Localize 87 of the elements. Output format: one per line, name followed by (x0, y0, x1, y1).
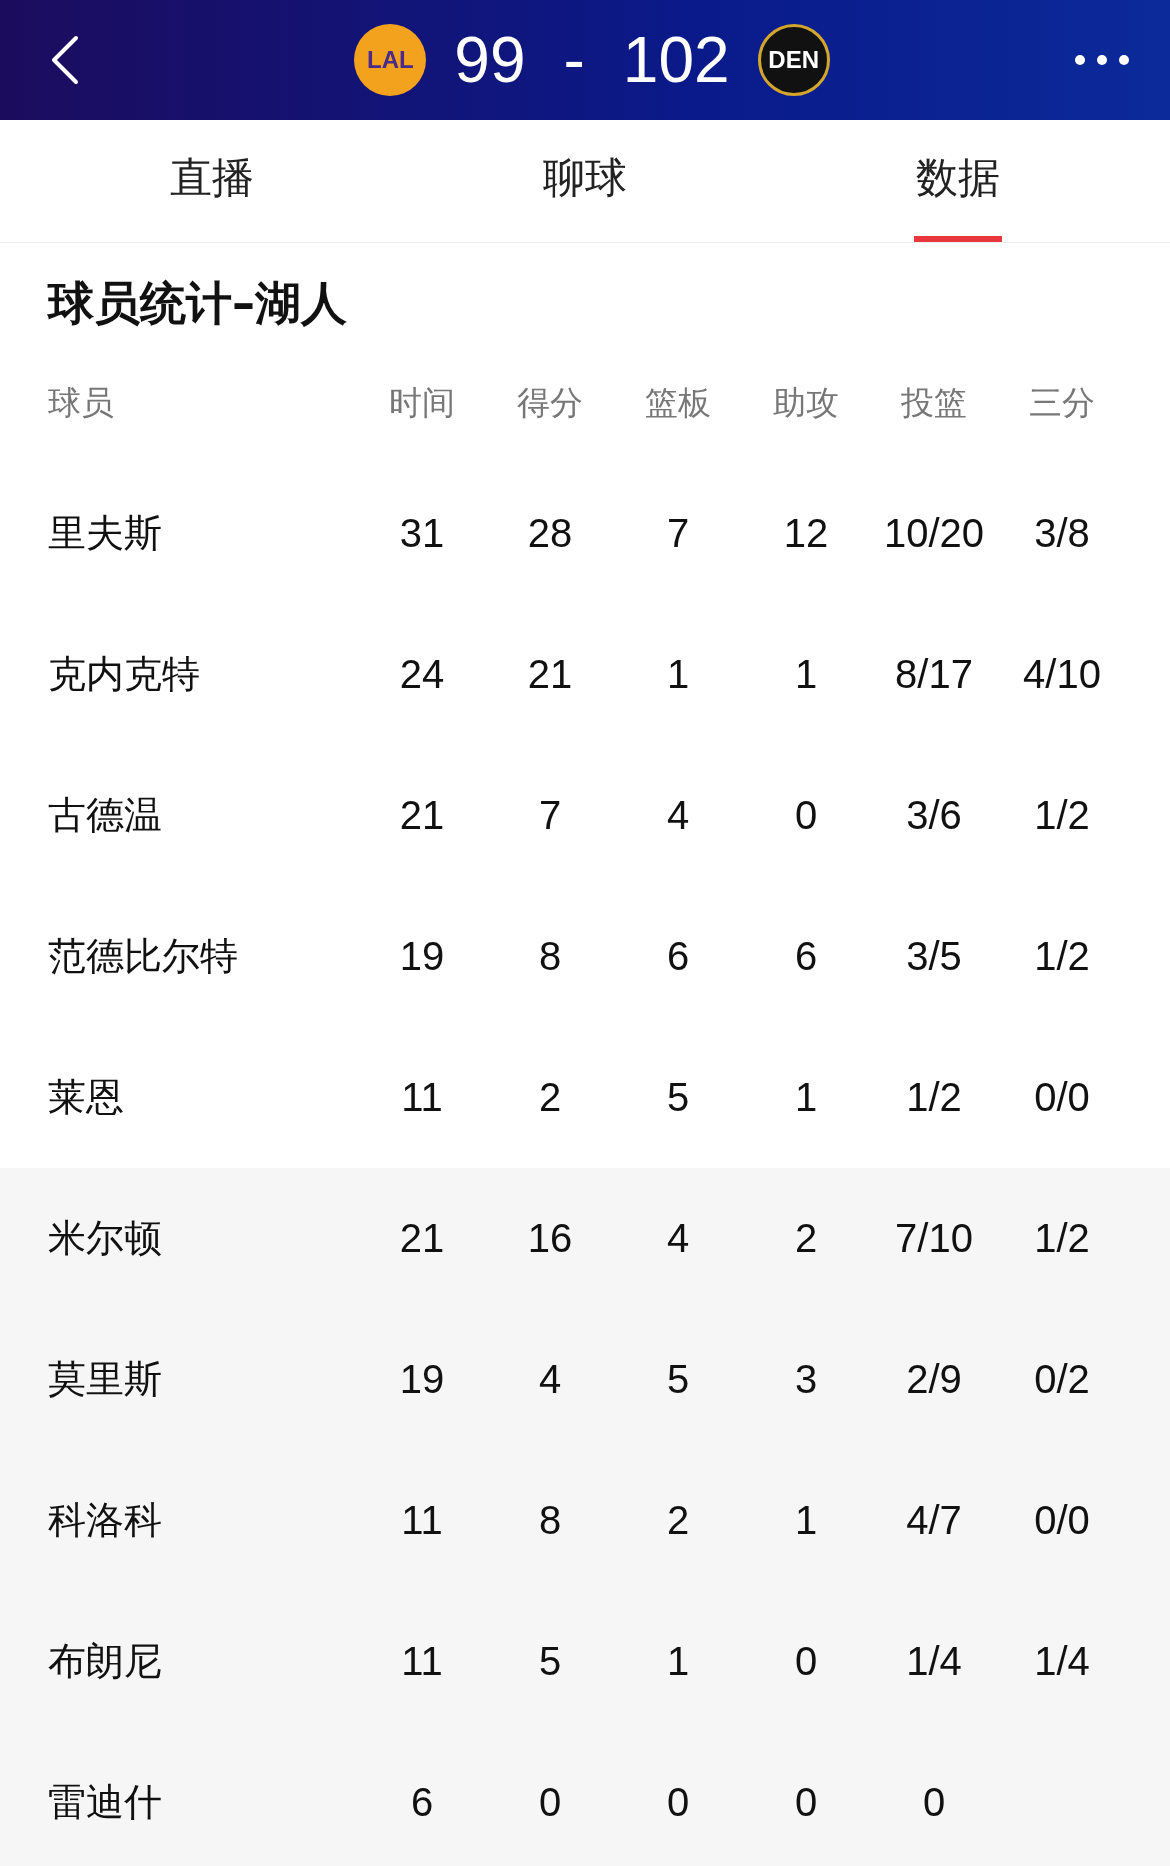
stat-cell-text: 0 (793, 1639, 819, 1684)
column-header: 时间 (388, 381, 456, 424)
tab[interactable]: 数据 (914, 120, 1003, 242)
stat-cell-text: 2 (537, 1075, 563, 1120)
column-header: 投篮 (900, 381, 968, 424)
player-name: 米尔顿 (48, 1215, 163, 1262)
stat-cell-text: 19 (398, 1357, 446, 1402)
stat-cell-text: 6 (793, 934, 819, 979)
column-header: 助攻 (772, 381, 840, 424)
team-logo: DEN (757, 24, 830, 96)
stat-cell-text: 5 (665, 1357, 691, 1402)
stat-cell-text: 31 (398, 511, 446, 556)
more-icon[interactable] (1074, 54, 1130, 66)
stat-cell-text: 4 (665, 793, 691, 838)
stat-cell-text: 1 (793, 1075, 819, 1120)
stat-cell-text: 6 (409, 1780, 435, 1825)
stat-cell-text: 11 (400, 1075, 444, 1120)
stat-cell-text: 0/0 (1033, 1498, 1091, 1543)
stat-cell-text: 7/10 (894, 1216, 974, 1261)
stat-cell-text: 0 (793, 793, 819, 838)
column-header: 篮板 (644, 381, 712, 424)
stat-cell-text: 3 (793, 1357, 819, 1402)
stat-cell-text: 3/5 (905, 934, 963, 979)
stat-cell-text: 4/10 (1022, 652, 1102, 697)
stat-cell-text: 7 (537, 793, 563, 838)
column-header: 三分 (1028, 381, 1096, 424)
stat-cell-text: 1/2 (1033, 934, 1091, 979)
stat-cell-text: 8/17 (894, 652, 974, 697)
stat-cell-text: 1/2 (1033, 1216, 1091, 1261)
team-logo: LAL (354, 24, 427, 96)
score-separator: - (563, 23, 585, 97)
stat-cell-text: 3/6 (905, 793, 963, 838)
stat-cell-text: 21 (398, 793, 446, 838)
player-name: 克内克特 (48, 651, 201, 698)
stat-cell-text: 4 (537, 1357, 563, 1402)
player-name: 雷迪什 (48, 1779, 163, 1826)
player-name: 里夫斯 (48, 510, 163, 557)
stat-cell-text: 8 (537, 1498, 563, 1543)
stat-cell-text: 19 (398, 934, 446, 979)
stat-cell-text: 21 (526, 652, 574, 697)
stat-cell-text: 28 (526, 511, 574, 556)
player-name: 莫里斯 (48, 1356, 163, 1403)
stat-cell-text: 0 (537, 1780, 563, 1825)
stat-cell-text: 0 (793, 1780, 819, 1825)
stat-cell-text: 1/4 (905, 1639, 963, 1684)
stat-cell-text: 3/8 (1033, 511, 1091, 556)
column-header: 球员 (48, 381, 115, 424)
stat-cell-text: 10/20 (882, 511, 986, 556)
stat-cell-text: 4/7 (905, 1498, 963, 1543)
stat-cell-text: 5 (537, 1639, 563, 1684)
stat-cell-text: 12 (782, 511, 830, 556)
player-name: 布朗尼 (48, 1638, 163, 1685)
stat-cell-text: 1 (793, 1498, 819, 1543)
stat-cell-text: 1/2 (1033, 793, 1091, 838)
player-name: 范德比尔特 (48, 933, 239, 980)
stat-cell-text: 16 (526, 1216, 574, 1261)
stat-cell-text: 4 (665, 1216, 691, 1261)
stat-cell-text: 0/2 (1033, 1357, 1091, 1402)
stat-cell-text: 5 (665, 1075, 691, 1120)
stat-cell-text: 1 (665, 652, 691, 697)
stat-cell-text: 2/9 (905, 1357, 963, 1402)
home-score: 99 (454, 23, 526, 97)
stat-cell-text: 24 (398, 652, 446, 697)
stat-cell-text: 11 (400, 1498, 444, 1543)
stat-cell-text: 2 (793, 1216, 819, 1261)
away-score: 102 (622, 23, 730, 97)
player-name: 科洛科 (48, 1497, 163, 1544)
stat-cell-text: 1 (665, 1639, 691, 1684)
stat-cell-text: 0/0 (1033, 1075, 1091, 1120)
stat-cell-text: 6 (665, 934, 691, 979)
column-header: 得分 (516, 381, 584, 424)
stat-cell-text: 7 (665, 511, 691, 556)
stat-cell-text: 21 (398, 1216, 446, 1261)
back-icon[interactable] (50, 35, 80, 85)
section-title: 球员统计–湖人 (46, 275, 348, 332)
player-name: 古德温 (48, 792, 163, 839)
stat-cell-text: 2 (665, 1498, 691, 1543)
player-name: 莱恩 (48, 1074, 125, 1121)
tab[interactable]: 直播 (167, 120, 256, 242)
stat-cell-text: 8 (537, 934, 563, 979)
stat-cell-text: 1/4 (1033, 1639, 1091, 1684)
stat-cell-text: 0 (665, 1780, 691, 1825)
stat-cell-text: 1/2 (905, 1075, 963, 1120)
stat-cell-text: 1 (793, 652, 819, 697)
stat-cell-text: 0 (921, 1780, 947, 1825)
stat-cell-text: 11 (400, 1639, 444, 1684)
tab[interactable]: 聊球 (541, 120, 629, 242)
